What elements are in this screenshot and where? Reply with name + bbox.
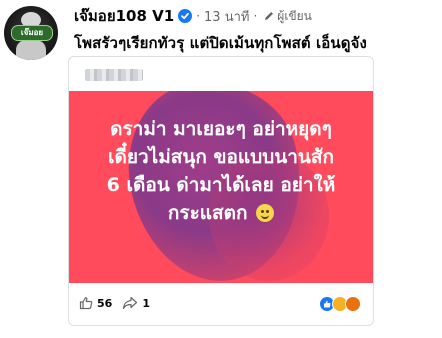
post-header: เจ๊มอย108 V1 · 13 นาที · ผู้เขียน [74, 7, 312, 25]
thumbs-up-icon [79, 297, 93, 310]
author-name[interactable]: เจ๊มอย108 V1 [74, 4, 174, 28]
avatar-body [16, 40, 46, 60]
verified-badge-icon [178, 9, 193, 23]
post-time[interactable]: 13 นาที [204, 6, 249, 27]
pencil-icon [263, 7, 275, 26]
quote-line: เดี๋ยวไม่สนุก ขอแบบนานสัก [108, 146, 334, 168]
card-stats-bar: 56 1 [69, 291, 373, 315]
quote-line: 6 เดือน ด่ามาได้เลย อย่าให้ [106, 174, 336, 196]
share-stat[interactable]: 1 [122, 296, 150, 310]
share-arrow-icon [123, 296, 138, 310]
like-stat[interactable]: 56 [79, 296, 112, 310]
angry-reaction-icon [345, 296, 361, 312]
like-count: 56 [97, 296, 113, 310]
author-avatar[interactable]: เจ๊มอย [4, 6, 58, 60]
quote-line: ดราม่า มาเยอะๆ อย่าหยุดๆ [110, 118, 332, 140]
author-role: ผู้เขียน [277, 8, 312, 23]
post-text: โพสรัวๆเรียกทัวรุ แต่ปิดเม้นทุกโพสต์ เอ็… [74, 34, 367, 52]
quote-line-last: กระแสตก [69, 199, 373, 227]
share-count: 1 [142, 296, 150, 310]
reaction-icons[interactable] [319, 296, 361, 312]
header-separator-2: · [253, 9, 258, 23]
quote-background: ดราม่า มาเยอะๆ อย่าหยุดๆ เดี๋ยวไม่สนุก ข… [69, 91, 373, 283]
quote-line: กระแสตก [167, 202, 248, 224]
blurred-author-name [85, 69, 143, 81]
quote-text: ดราม่า มาเยอะๆ อย่าหยุดๆ เดี๋ยวไม่สนุก ข… [69, 115, 373, 227]
smile-emoji-icon [256, 204, 275, 222]
shared-post-card[interactable]: ดราม่า มาเยอะๆ อย่าหยุดๆ เดี๋ยวไม่สนุก ข… [68, 56, 374, 326]
header-separator: · [196, 9, 201, 23]
avatar-badge-text: เจ๊มอย [11, 25, 53, 41]
